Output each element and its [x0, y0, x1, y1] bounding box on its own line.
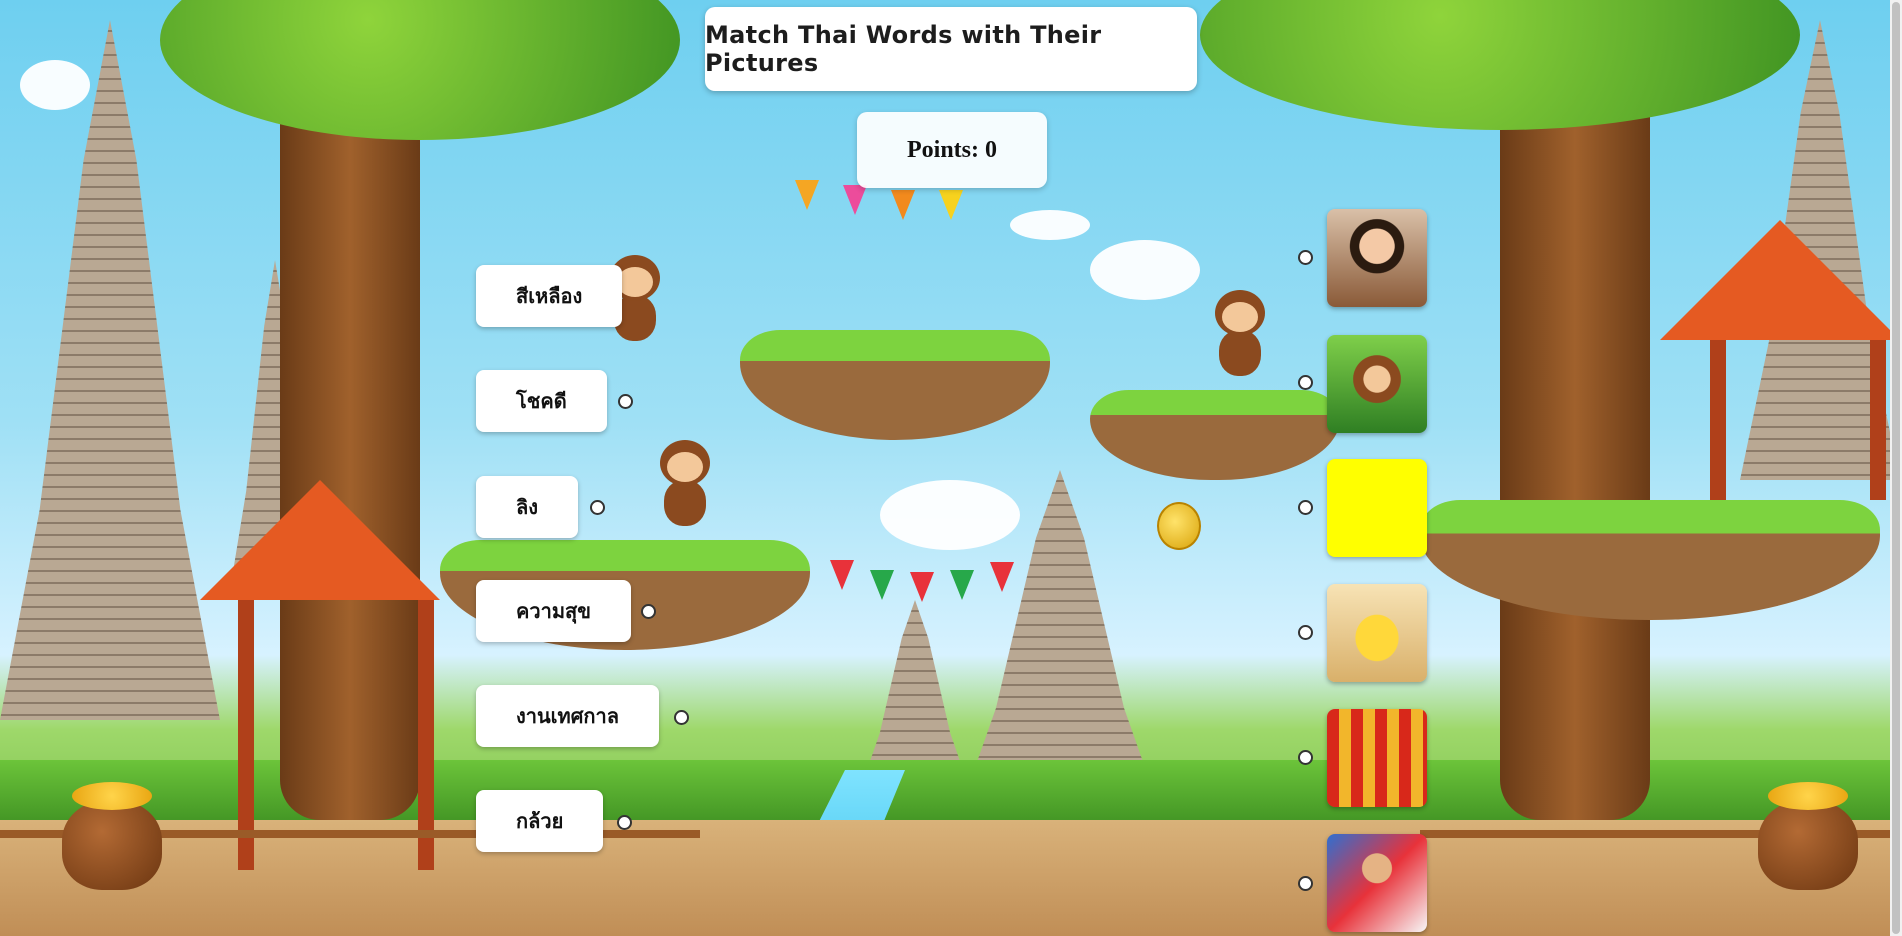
word-label: โชคดี: [516, 389, 567, 413]
pavilion-post: [1870, 340, 1886, 500]
word-label: สีเหลือง: [516, 284, 583, 308]
gold-pot: [1758, 782, 1858, 890]
picture-card-girl[interactable]: [1327, 209, 1427, 307]
monkey-character: [650, 440, 720, 530]
picture-connector-dot[interactable]: [1298, 876, 1313, 891]
cloud: [1010, 210, 1090, 240]
picture-connector-dot[interactable]: [1298, 250, 1313, 265]
monkey-character: [1205, 290, 1275, 380]
pavilion-post: [1710, 340, 1726, 500]
game-title: Match Thai Words with Their Pictures: [705, 21, 1102, 77]
tree-trunk-right: [1500, 60, 1650, 820]
bunting-flag: [950, 570, 974, 600]
word-connector-dot[interactable]: [641, 604, 656, 619]
scrollbar-thumb[interactable]: [1892, 2, 1900, 934]
bunting-flag: [830, 560, 854, 590]
picture-card-happy-man[interactable]: [1327, 834, 1427, 932]
bunting-flag: [795, 180, 819, 210]
word-connector-dot[interactable]: [618, 394, 633, 409]
word-connector-dot[interactable]: [674, 710, 689, 725]
word-connector-dot[interactable]: [617, 815, 632, 830]
bunting-flag: [990, 562, 1014, 592]
title-panel: Match Thai Words with Their Pictures: [705, 7, 1197, 91]
bunting-flag: [891, 190, 915, 220]
word-label: ความสุข: [516, 599, 591, 623]
pavilion-roof-left: [200, 480, 440, 600]
picture-connector-dot[interactable]: [1298, 500, 1313, 515]
bunting-flag: [910, 572, 934, 602]
gold-pot: [62, 782, 162, 890]
word-connector-dot[interactable]: [590, 500, 605, 515]
word-card-happiness[interactable]: ความสุข: [476, 580, 631, 642]
bunting-flag: [870, 570, 894, 600]
pavilion-roof-right: [1660, 220, 1900, 340]
word-card-festival[interactable]: งานเทศกาล: [476, 685, 659, 747]
bunting-flag: [939, 190, 963, 220]
word-label: งานเทศกาล: [516, 704, 619, 728]
gold-coin: [1157, 502, 1201, 550]
picture-connector-dot[interactable]: [1298, 375, 1313, 390]
word-label: ลิง: [516, 495, 539, 519]
word-card-monkey[interactable]: ลิง: [476, 476, 579, 538]
picture-connector-dot[interactable]: [1298, 750, 1313, 765]
bunting-flag: [843, 185, 867, 215]
cloud: [20, 60, 90, 110]
word-card-good-luck[interactable]: โชคดี: [476, 370, 607, 432]
cloud: [1090, 240, 1200, 300]
points-panel: Points: 0: [857, 112, 1047, 188]
cloud: [880, 480, 1020, 550]
points-display: Points: 0: [907, 136, 997, 163]
tree-trunk-left: [280, 80, 420, 820]
picture-card-banana[interactable]: [1327, 584, 1427, 682]
picture-card-yellow-swatch[interactable]: [1327, 459, 1427, 557]
word-card-banana[interactable]: กล้วย: [476, 790, 604, 852]
game-stage: Match Thai Words with Their Pictures Poi…: [0, 0, 1902, 936]
picture-connector-dot[interactable]: [1298, 625, 1313, 640]
word-label: กล้วย: [516, 809, 564, 833]
picture-card-monkey[interactable]: [1327, 335, 1427, 433]
word-card-yellow[interactable]: สีเหลือง: [476, 265, 623, 327]
picture-card-festival[interactable]: [1327, 709, 1427, 807]
